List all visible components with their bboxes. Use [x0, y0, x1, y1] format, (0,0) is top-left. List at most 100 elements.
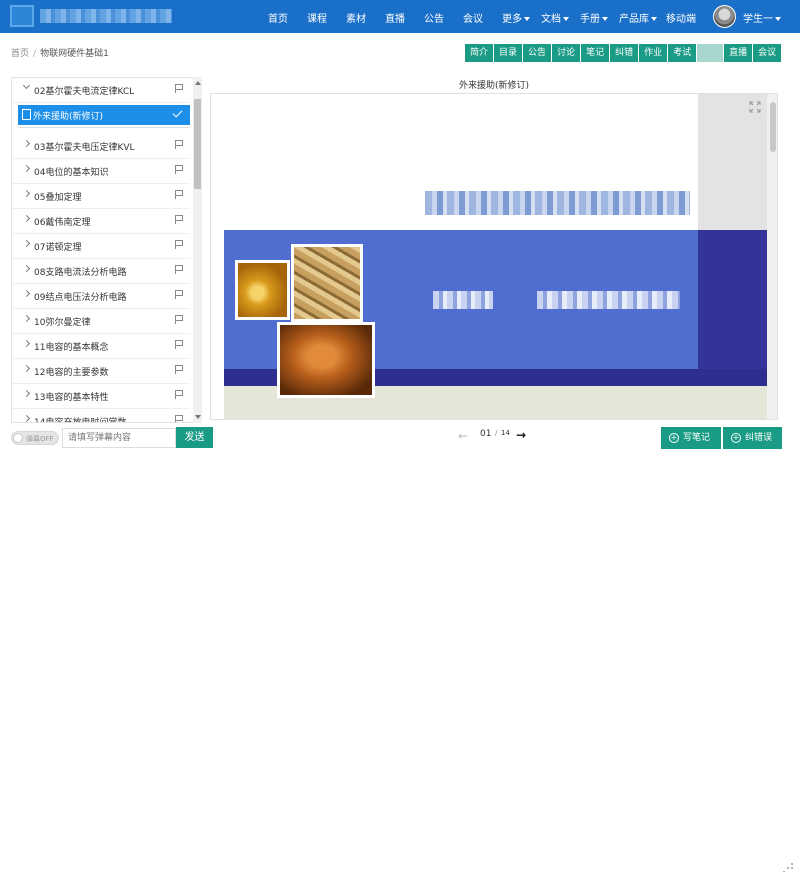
- nav-meetings[interactable]: 会议: [463, 10, 483, 25]
- list-item[interactable]: 14电容充放电时间常数: [12, 409, 190, 422]
- resize-grip-icon: [782, 860, 794, 873]
- tab-notes[interactable]: 笔记: [581, 44, 610, 62]
- user-menu[interactable]: 学生一: [743, 10, 781, 25]
- list-item[interactable]: 13电容的基本特性: [12, 384, 190, 409]
- chevron-right-icon: [22, 389, 31, 398]
- document-viewer[interactable]: [210, 93, 778, 420]
- write-note-button[interactable]: + 写笔记: [661, 427, 721, 449]
- total-pages: 14: [501, 429, 510, 437]
- chevron-down-icon: [775, 17, 781, 21]
- viewer-scrollbar[interactable]: [767, 94, 777, 419]
- document-icon: [22, 109, 31, 120]
- flag-icon[interactable]: [175, 415, 183, 422]
- flag-icon[interactable]: [175, 390, 183, 399]
- breadcrumb-separator: /: [33, 49, 37, 59]
- tab-discussion[interactable]: 讨论: [552, 44, 581, 62]
- next-page-icon[interactable]: →: [516, 428, 526, 442]
- nav-manual-menu[interactable]: 手册: [580, 10, 608, 25]
- list-item[interactable]: 09结点电压法分析电路: [12, 284, 190, 309]
- scrollbar-thumb[interactable]: [770, 102, 776, 152]
- scrollbar-thumb[interactable]: [194, 99, 201, 189]
- list-item[interactable]: 07诺顿定理: [12, 234, 190, 259]
- list-subitem-selected[interactable]: 外来援助(新修订): [18, 105, 190, 125]
- nav-announcements[interactable]: 公告: [424, 10, 444, 25]
- list-item-label: 12电容的主要参数: [34, 368, 109, 378]
- chevron-right-icon: [22, 239, 31, 248]
- current-page[interactable]: 01: [480, 429, 491, 439]
- breadcrumb: 首页 / 物联网硬件基础1: [11, 46, 109, 59]
- danmu-input[interactable]: [62, 428, 176, 448]
- top-navbar: 首页 课程 素材 直播 公告 会议 更多 文档 手册 产品库 移动端 学生一: [0, 0, 800, 33]
- list-item[interactable]: 02基尔霍夫电流定律KCL: [12, 78, 190, 103]
- logo-mark: [10, 5, 34, 27]
- flag-icon[interactable]: [175, 240, 183, 249]
- flag-icon[interactable]: [175, 315, 183, 324]
- list-item[interactable]: 03基尔霍夫电压定律KVL: [12, 134, 190, 159]
- list-item[interactable]: 05叠加定理: [12, 184, 190, 209]
- nav-manual-label: 手册: [580, 14, 600, 25]
- report-error-label: 纠错误: [745, 433, 773, 443]
- nav-more-label: 更多: [502, 14, 522, 25]
- nav-products-label: 产品库: [619, 14, 649, 25]
- flag-icon[interactable]: [175, 165, 183, 174]
- tab-meeting[interactable]: 会议: [753, 44, 782, 62]
- tab-intro[interactable]: 简介: [465, 44, 494, 62]
- nav-live[interactable]: 直播: [385, 10, 405, 25]
- flag-icon[interactable]: [175, 215, 183, 224]
- danmu-toggle[interactable]: 弹幕OFF: [11, 431, 59, 445]
- flag-icon[interactable]: [175, 140, 183, 149]
- list-item[interactable]: 04电位的基本知识: [12, 159, 190, 184]
- logo-text-blurred: [40, 9, 172, 23]
- flag-icon[interactable]: [175, 365, 183, 374]
- tab-blurred[interactable]: [697, 44, 724, 62]
- toggle-knob: [13, 433, 23, 443]
- tab-exam[interactable]: 考试: [668, 44, 697, 62]
- bottom-toolbar: 弹幕OFF 发送 ← 01 / 14 → + 写笔记 + 纠错误: [0, 423, 800, 873]
- chapter-list: 02基尔霍夫电流定律KCL 外来援助(新修订) 03基尔霍夫电压定律KVL 04…: [11, 77, 194, 423]
- flag-icon[interactable]: [175, 340, 183, 349]
- tab-announcements[interactable]: 公告: [523, 44, 552, 62]
- list-item-label: 03基尔霍夫电压定律KVL: [34, 143, 135, 153]
- nav-docs-menu[interactable]: 文档: [541, 10, 569, 25]
- fullscreen-icon[interactable]: [749, 101, 761, 113]
- list-item[interactable]: 06戴伟南定理: [12, 209, 190, 234]
- list-item[interactable]: 12电容的主要参数: [12, 359, 190, 384]
- chevron-right-icon: [22, 364, 31, 373]
- nav-docs-label: 文档: [541, 14, 561, 25]
- tab-live[interactable]: 直播: [724, 44, 753, 62]
- list-item[interactable]: 10弥尔曼定律: [12, 309, 190, 334]
- site-logo[interactable]: [10, 5, 172, 27]
- danmu-toggle-label: 弹幕OFF: [26, 435, 54, 443]
- list-item-label: 02基尔霍夫电流定律KCL: [34, 87, 135, 97]
- flag-icon[interactable]: [175, 290, 183, 299]
- send-button[interactable]: 发送: [176, 427, 213, 448]
- slide-chapter-blurred: [433, 291, 493, 309]
- flag-icon[interactable]: [175, 84, 183, 93]
- breadcrumb-home[interactable]: 首页: [11, 49, 29, 59]
- nav-courses[interactable]: 课程: [307, 10, 327, 25]
- list-item[interactable]: 11电容的基本概念: [12, 334, 190, 359]
- nav-more-menu[interactable]: 更多: [502, 10, 530, 25]
- scroll-down-icon[interactable]: [195, 415, 201, 419]
- flag-icon[interactable]: [175, 265, 183, 274]
- nav-products-menu[interactable]: 产品库: [619, 10, 657, 25]
- chevron-right-icon: [22, 314, 31, 323]
- nav-mobile[interactable]: 移动端: [666, 10, 696, 25]
- sidebar-scrollbar[interactable]: [193, 77, 202, 423]
- tab-homework[interactable]: 作业: [639, 44, 668, 62]
- avatar[interactable]: [713, 5, 736, 28]
- report-error-button[interactable]: + 纠错误: [723, 427, 782, 449]
- flag-icon[interactable]: [175, 190, 183, 199]
- nav-home[interactable]: 首页: [268, 10, 288, 25]
- chevron-right-icon: [22, 289, 31, 298]
- prev-page-icon[interactable]: ←: [458, 429, 468, 443]
- chevron-right-icon: [22, 264, 31, 273]
- tab-errata[interactable]: 纠错: [610, 44, 639, 62]
- slide-band-dark: [698, 230, 767, 386]
- scroll-up-icon[interactable]: [195, 81, 201, 85]
- list-item-label: 06戴伟南定理: [34, 218, 91, 228]
- list-subitem-label: 外来援助(新修订): [33, 112, 104, 122]
- nav-materials[interactable]: 素材: [346, 10, 366, 25]
- tab-catalog[interactable]: 目录: [494, 44, 523, 62]
- list-item[interactable]: 08支路电流法分析电路: [12, 259, 190, 284]
